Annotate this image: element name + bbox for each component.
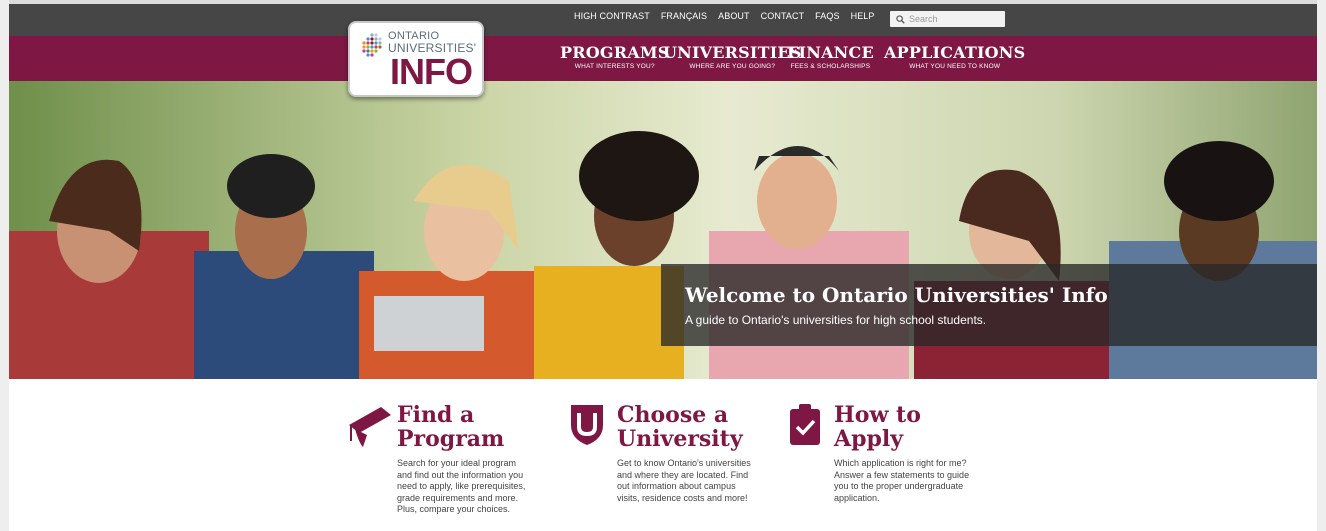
feature-program-desc-line: grade requirements and more. <box>397 492 519 503</box>
feature-program-desc-line: need to apply, like prerequisites, <box>397 481 526 491</box>
high-contrast-link[interactable]: HIGH CONTRAST <box>574 11 650 21</box>
search-input[interactable] <box>909 14 999 24</box>
francais-link[interactable]: FRANÇAIS <box>661 11 707 21</box>
feature-university-desc-line: Get to know Ontario's universities <box>617 458 751 468</box>
hero-banner: Welcome to Ontario Universities' Info A … <box>9 81 1317 379</box>
feature-university-title-line1: Choose a <box>617 402 729 428</box>
ontario-universities-info-logo[interactable]: ONTARIO UNIVERSITIES' INFO <box>348 21 484 97</box>
clipboard-check-icon <box>790 404 820 445</box>
faqs-link[interactable]: FAQS <box>815 11 839 21</box>
logo-line-info: INFO <box>390 51 473 92</box>
nav-applications-subtitle: WHAT YOU NEED TO KNOW <box>909 63 1001 70</box>
nav-finance-subtitle: FEES & SCHOLARSHIPS <box>790 63 871 70</box>
feature-university-description: Get to know Ontario's universities and w… <box>617 458 787 504</box>
nav-programs-subtitle: WHAT INTERESTS YOU? <box>574 63 655 70</box>
feature-university-title-line2: University <box>617 426 743 452</box>
welcome-overlay: Welcome to Ontario Universities' Info A … <box>661 264 1317 346</box>
nav-finance[interactable]: FINANCE FEES & SCHOLARSHIPS <box>787 43 874 70</box>
search-icon <box>896 14 905 24</box>
feature-apply-desc-line: you to the proper undergraduate <box>834 481 964 491</box>
feature-university-title: Choose a University <box>617 403 777 451</box>
feature-apply-desc-line: application. <box>834 492 880 503</box>
feature-university-desc-line: visits, residence costs and more! <box>617 492 748 503</box>
utility-bar: HIGH CONTRAST FRANÇAIS ABOUT CONTACT FAQ… <box>9 0 1317 36</box>
feature-apply-title: How to Apply <box>834 403 964 451</box>
feature-program-desc-line: Plus, compare your choices. <box>397 504 511 514</box>
utility-links: HIGH CONTRAST FRANÇAIS ABOUT CONTACT FAQ… <box>574 11 875 21</box>
feature-apply-desc-line: Which application is right for me? <box>834 458 967 468</box>
welcome-subtitle: A guide to Ontario's universities for hi… <box>685 313 987 327</box>
nav-universities-title: UNIVERSITIES <box>663 43 802 62</box>
feature-program-title: Find a Program <box>397 403 527 451</box>
nav-universities[interactable]: UNIVERSITIES WHERE ARE YOU GOING? <box>663 43 802 70</box>
feature-program-description: Search for your ideal program and find o… <box>397 458 557 516</box>
nav-programs[interactable]: PROGRAMS WHAT INTERESTS YOU? <box>560 43 670 70</box>
search-box <box>890 11 1005 27</box>
feature-apply-desc-line: Answer a few statements to guide <box>834 469 970 480</box>
nav-universities-subtitle: WHERE ARE YOU GOING? <box>689 63 776 70</box>
welcome-title: Welcome to Ontario Universities' Info <box>685 283 1108 307</box>
feature-apply-title-line1: How to <box>834 402 921 428</box>
help-link[interactable]: HELP <box>851 11 875 21</box>
feature-program-title-line1: Find a <box>397 402 475 428</box>
nav-applications-title: APPLICATIONS <box>884 43 1026 62</box>
university-shield-icon <box>571 405 603 445</box>
feature-university-desc-line: out information about campus <box>617 481 736 491</box>
feature-program-desc-line: and find out the information you <box>397 469 524 480</box>
feature-program-desc-line: Search for your ideal program <box>397 458 517 468</box>
page: HIGH CONTRAST FRANÇAIS ABOUT CONTACT FAQ… <box>0 0 1326 531</box>
contact-link[interactable]: CONTACT <box>761 11 805 21</box>
main-navigation: PROGRAMS WHAT INTERESTS YOU? UNIVERSITIE… <box>9 36 1317 81</box>
nav-programs-title: PROGRAMS <box>560 43 670 62</box>
nav-finance-title: FINANCE <box>787 43 874 62</box>
logo-dots-icon <box>362 33 382 57</box>
nav-applications[interactable]: APPLICATIONS WHAT YOU NEED TO KNOW <box>884 43 1025 70</box>
feature-program-title-line2: Program <box>397 426 505 452</box>
about-link[interactable]: ABOUT <box>718 11 750 21</box>
feature-university-desc-line: and where they are located. Find <box>617 469 749 480</box>
feature-apply-title-line2: Apply <box>834 426 903 452</box>
feature-apply-description: Which application is right for me? Answe… <box>834 458 1004 504</box>
graduation-cap-icon <box>349 407 391 447</box>
